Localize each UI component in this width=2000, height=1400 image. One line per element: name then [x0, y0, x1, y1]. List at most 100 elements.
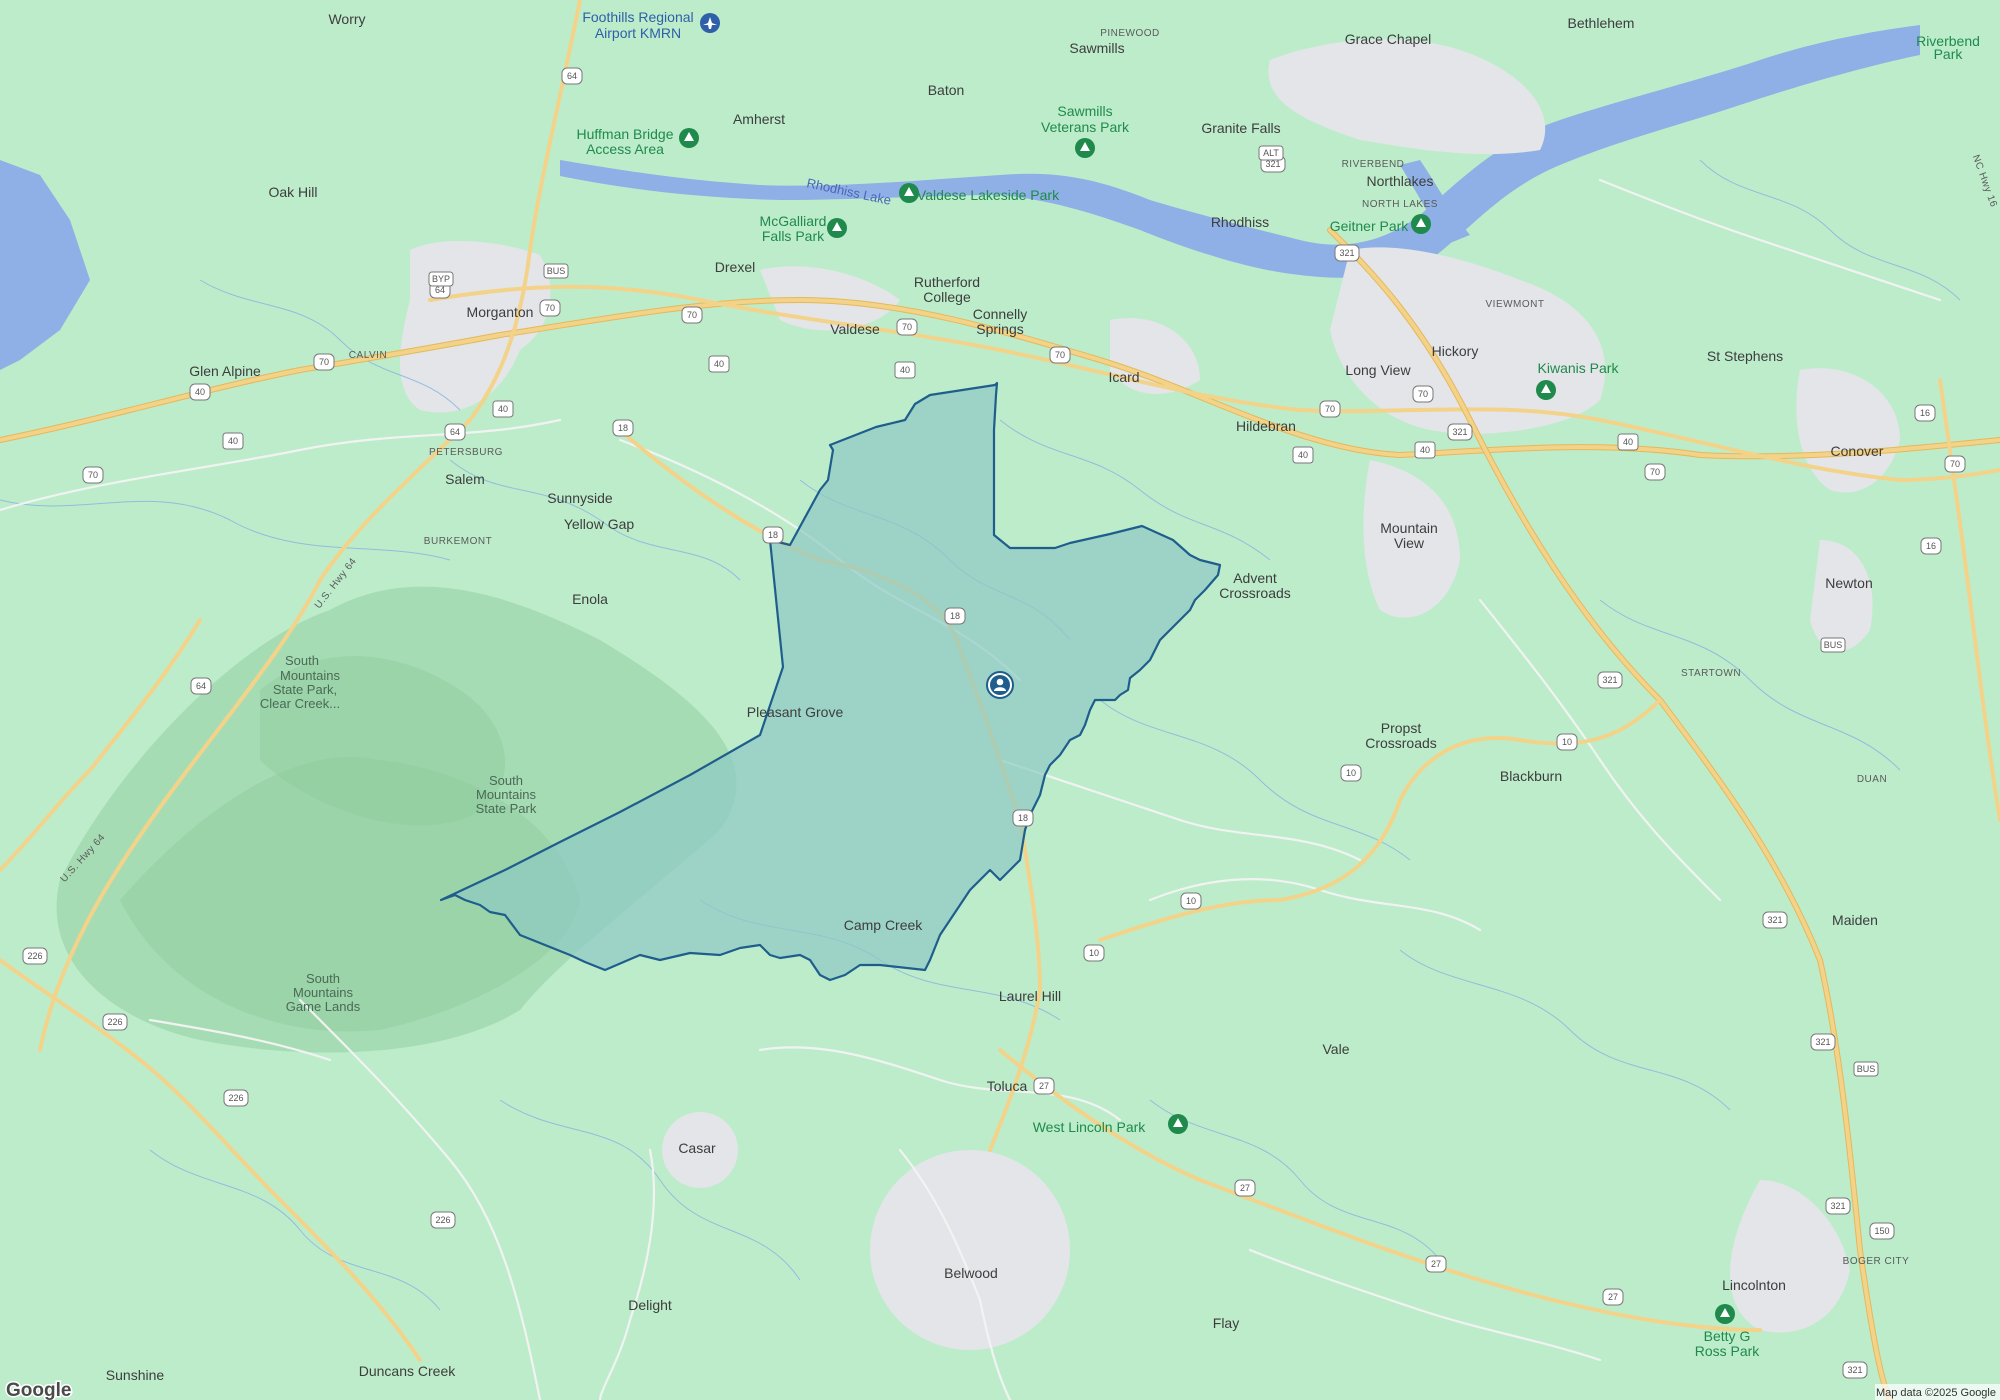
park-label: Mountains [280, 668, 340, 683]
place-label: Mountain [1380, 520, 1438, 536]
person-pin-icon[interactable] [986, 671, 1014, 699]
highway-shield: 16 [1920, 537, 1942, 555]
park-label: Sawmills [1057, 103, 1112, 119]
map-canvas[interactable]: 64 64 64 64 18 18 18 18 70 70 70 70 70 7… [0, 0, 2000, 1400]
highway-shield: BUS [543, 263, 569, 279]
svg-text:64: 64 [196, 681, 206, 691]
svg-text:321: 321 [1815, 1037, 1830, 1047]
highway-shield: BUS [1820, 637, 1846, 653]
park-label: Clear Creek... [260, 696, 340, 711]
svg-text:27: 27 [1608, 1292, 1618, 1302]
park-icon [1411, 214, 1431, 234]
airport-icon [700, 13, 720, 33]
place-label: Drexel [715, 259, 755, 275]
place-label: Granite Falls [1201, 120, 1280, 136]
svg-text:16: 16 [1920, 408, 1930, 418]
svg-text:70: 70 [88, 470, 98, 480]
highway-shield: 70 [1049, 346, 1071, 364]
svg-text:321: 321 [1452, 427, 1467, 437]
highway-shield: 27 [1602, 1288, 1624, 1306]
svg-text:321: 321 [1847, 1365, 1862, 1375]
svg-text:BYP: BYP [432, 274, 450, 284]
highway-shield: 321 [1762, 911, 1788, 929]
place-label: VIEWMONT [1486, 299, 1545, 310]
highway-shield: 64 [444, 423, 466, 441]
google-logo[interactable]: Google [5, 1379, 73, 1400]
svg-text:18: 18 [1018, 813, 1028, 823]
highway-shield: 70 [1944, 455, 1966, 473]
place-label: Belwood [944, 1265, 998, 1281]
place-label: Delight [628, 1297, 672, 1313]
place-label: Baton [928, 82, 965, 98]
place-label: Rutherford [914, 274, 980, 290]
place-label: Crossroads [1365, 735, 1437, 751]
park-label: Kiwanis Park [1538, 360, 1620, 376]
svg-text:70: 70 [1650, 467, 1660, 477]
place-label: Morganton [467, 304, 534, 320]
place-label: Rhodhiss [1211, 214, 1269, 230]
park-label: State Park [476, 801, 537, 816]
highway-shield: 70 [82, 466, 104, 484]
highway-shield: 70 [1319, 400, 1341, 418]
svg-text:70: 70 [545, 303, 555, 313]
svg-text:10: 10 [1346, 768, 1356, 778]
highway-shield: 226 [430, 1211, 456, 1229]
place-label: Pleasant Grove [747, 704, 844, 720]
svg-text:BUS: BUS [1824, 640, 1843, 650]
place-label: Crossroads [1219, 585, 1291, 601]
svg-text:40: 40 [1420, 445, 1430, 455]
highway-shield: 10 [1083, 944, 1105, 962]
highway-shield: 321 [1597, 671, 1623, 689]
park-label: Betty G [1704, 1328, 1751, 1344]
park-label: Geitner Park [1330, 218, 1410, 234]
svg-text:27: 27 [1431, 1259, 1441, 1269]
place-label: Duncans Creek [359, 1363, 456, 1379]
highway-shield: 27 [1425, 1255, 1447, 1273]
svg-text:40: 40 [195, 387, 205, 397]
place-label: STARTOWN [1681, 668, 1741, 679]
place-label: College [923, 289, 971, 305]
highway-shield: 226 [22, 947, 48, 965]
place-label: Glen Alpine [189, 363, 261, 379]
place-label: View [1394, 535, 1425, 551]
place-label: PINEWOOD [1100, 28, 1160, 39]
place-label: Oak Hill [268, 184, 317, 200]
svg-text:226: 226 [27, 951, 42, 961]
svg-text:40: 40 [228, 436, 238, 446]
map-attribution[interactable]: Map data ©2025 Google [1876, 1387, 1996, 1399]
highway-shield: 70 [313, 353, 335, 371]
svg-text:70: 70 [319, 357, 329, 367]
place-label: BURKEMONT [424, 536, 492, 547]
svg-text:321: 321 [1339, 248, 1354, 258]
highway-shield: 18 [612, 419, 634, 437]
svg-text:10: 10 [1186, 896, 1196, 906]
place-label: Valdese [830, 321, 880, 337]
park-label: Mountains [476, 787, 536, 802]
park-icon [1715, 1304, 1735, 1324]
highway-shield: BUS [1853, 1061, 1879, 1077]
place-label: Salem [445, 471, 485, 487]
svg-text:64: 64 [567, 71, 577, 81]
place-label: Sunnyside [547, 490, 613, 506]
svg-text:70: 70 [687, 310, 697, 320]
park-label: Falls Park [762, 228, 825, 244]
park-label: State Park, [273, 682, 337, 697]
park-icon [827, 218, 847, 238]
highway-shield: 226 [102, 1013, 128, 1031]
svg-text:321: 321 [1602, 675, 1617, 685]
highway-shield: 321 [1842, 1361, 1868, 1379]
place-label: Camp Creek [844, 917, 924, 933]
place-label: Icard [1108, 369, 1139, 385]
svg-text:BUS: BUS [1857, 1064, 1876, 1074]
highway-shield: 40 [894, 361, 916, 379]
place-label: Worry [328, 11, 365, 27]
highway-shield: 18 [944, 607, 966, 625]
place-label: Connelly [973, 306, 1027, 322]
highway-shield: 40 [1292, 446, 1314, 464]
highway-shield: 70 [1412, 385, 1434, 403]
highway-shield: 40 [189, 383, 211, 401]
svg-text:321: 321 [1830, 1201, 1845, 1211]
svg-text:226: 226 [435, 1215, 450, 1225]
highway-shield: 40 [1617, 433, 1639, 451]
highway-shield: 226 [223, 1089, 249, 1107]
